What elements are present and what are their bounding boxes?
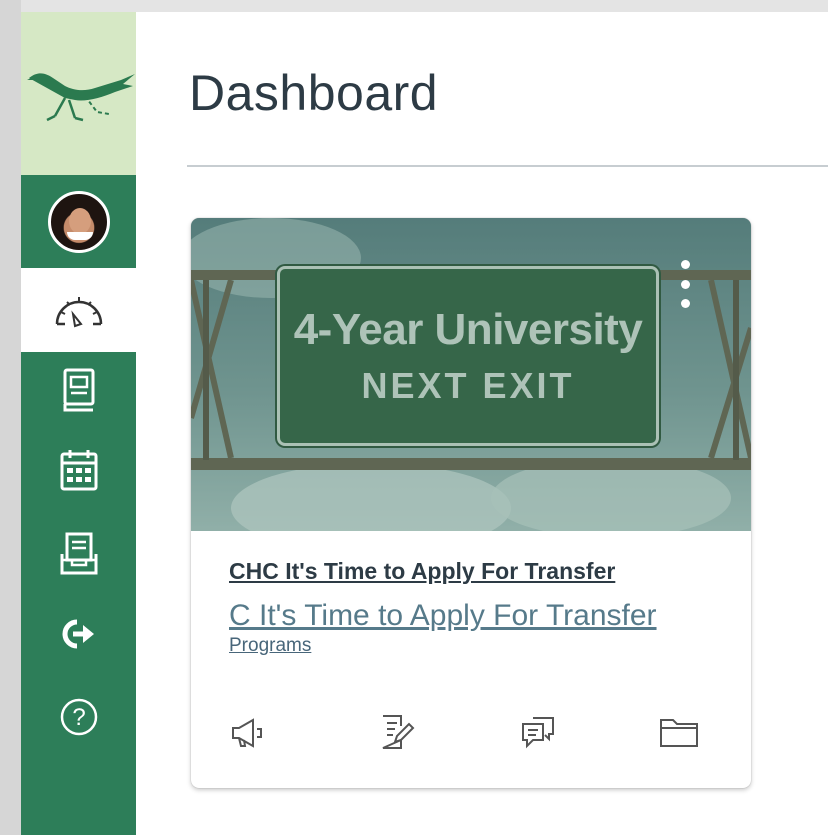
course-card-header: CHC It's Time to Apply For Transfer C It… <box>229 558 729 657</box>
avatar <box>47 190 110 253</box>
logout-arrow-icon <box>62 619 94 649</box>
nav-item-courses[interactable] <box>21 352 136 428</box>
global-navigation: ? <box>21 12 136 835</box>
nav-item-dashboard[interactable] <box>21 268 136 352</box>
help-circle-icon: ? <box>60 698 97 736</box>
course-code-link[interactable]: C It's Time to Apply For Transfer <box>229 599 711 633</box>
course-card[interactable]: 4-Year University NEXT EXIT CHC It's Tim… <box>191 218 751 788</box>
nav-item-help[interactable]: ? <box>21 672 136 762</box>
title-divider <box>187 165 828 167</box>
nav-item-logout[interactable] <box>21 596 136 672</box>
course-card-image[interactable]: 4-Year University NEXT EXIT <box>191 218 751 531</box>
speedometer-icon <box>55 297 102 328</box>
left-border <box>0 0 21 835</box>
course-term-link[interactable]: Programs <box>229 635 729 657</box>
inbox-icon <box>60 532 97 575</box>
discussions-icon[interactable] <box>519 712 559 752</box>
top-border <box>0 0 828 12</box>
color-overlay <box>191 218 751 531</box>
course-card-actions <box>227 712 723 752</box>
nav-item-calendar[interactable] <box>21 428 136 512</box>
card-options-icon[interactable] <box>678 260 692 308</box>
page-title: Dashboard <box>189 65 439 121</box>
announcements-icon[interactable] <box>227 712 267 752</box>
files-icon[interactable] <box>657 712 698 752</box>
calendar-icon <box>60 450 97 491</box>
roadrunner-icon <box>27 73 135 122</box>
svg-text:?: ? <box>72 704 85 731</box>
book-icon <box>63 368 94 412</box>
nav-item-account[interactable] <box>21 175 136 268</box>
nav-item-inbox[interactable] <box>21 512 136 596</box>
assignments-icon[interactable] <box>375 712 415 752</box>
main-content: Dashboard 4-Year University NEXT EXIT CH… <box>136 12 828 835</box>
course-name-link[interactable]: CHC It's Time to Apply For Transfer <box>229 558 729 585</box>
roadrunner-logo[interactable] <box>21 12 136 175</box>
